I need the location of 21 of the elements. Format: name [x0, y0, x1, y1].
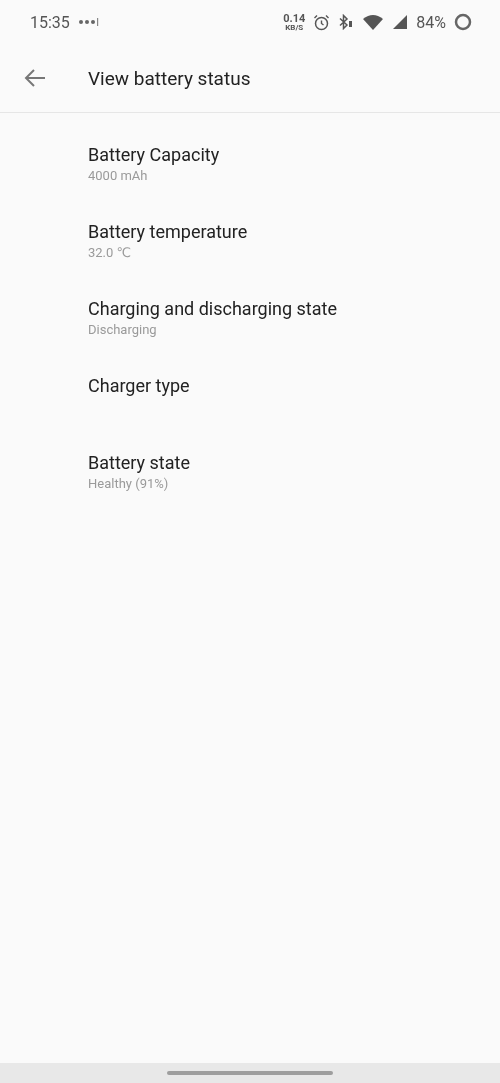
battery-ring-icon — [454, 13, 472, 31]
bluetooth-icon — [338, 14, 355, 30]
setting-value: 4000 mAh — [88, 167, 149, 184]
alarm-icon — [313, 13, 331, 31]
setting-title: Charger type — [88, 374, 191, 398]
setting-value: 32.0 ℃ — [88, 244, 133, 261]
page-title: View battery status — [88, 66, 251, 90]
clock: 15:35 — [30, 12, 70, 32]
back-arrow-icon[interactable] — [24, 67, 46, 89]
setting-title: Battery state — [88, 451, 191, 475]
notification-dots-icon — [77, 17, 100, 27]
setting-value: Discharging — [88, 321, 158, 338]
battery-percentage: 84% — [416, 12, 446, 32]
setting-title: Battery Capacity — [88, 143, 221, 167]
network-speed: 0.14 — [283, 12, 306, 24]
wifi-icon — [362, 14, 385, 30]
setting-title: Charging and discharging state — [88, 297, 338, 321]
setting-title: Battery temperature — [88, 220, 249, 244]
network-speed-unit: KB/S — [285, 23, 304, 32]
signal-icon — [392, 14, 409, 30]
setting-value: Healthy (91%) — [88, 475, 170, 492]
